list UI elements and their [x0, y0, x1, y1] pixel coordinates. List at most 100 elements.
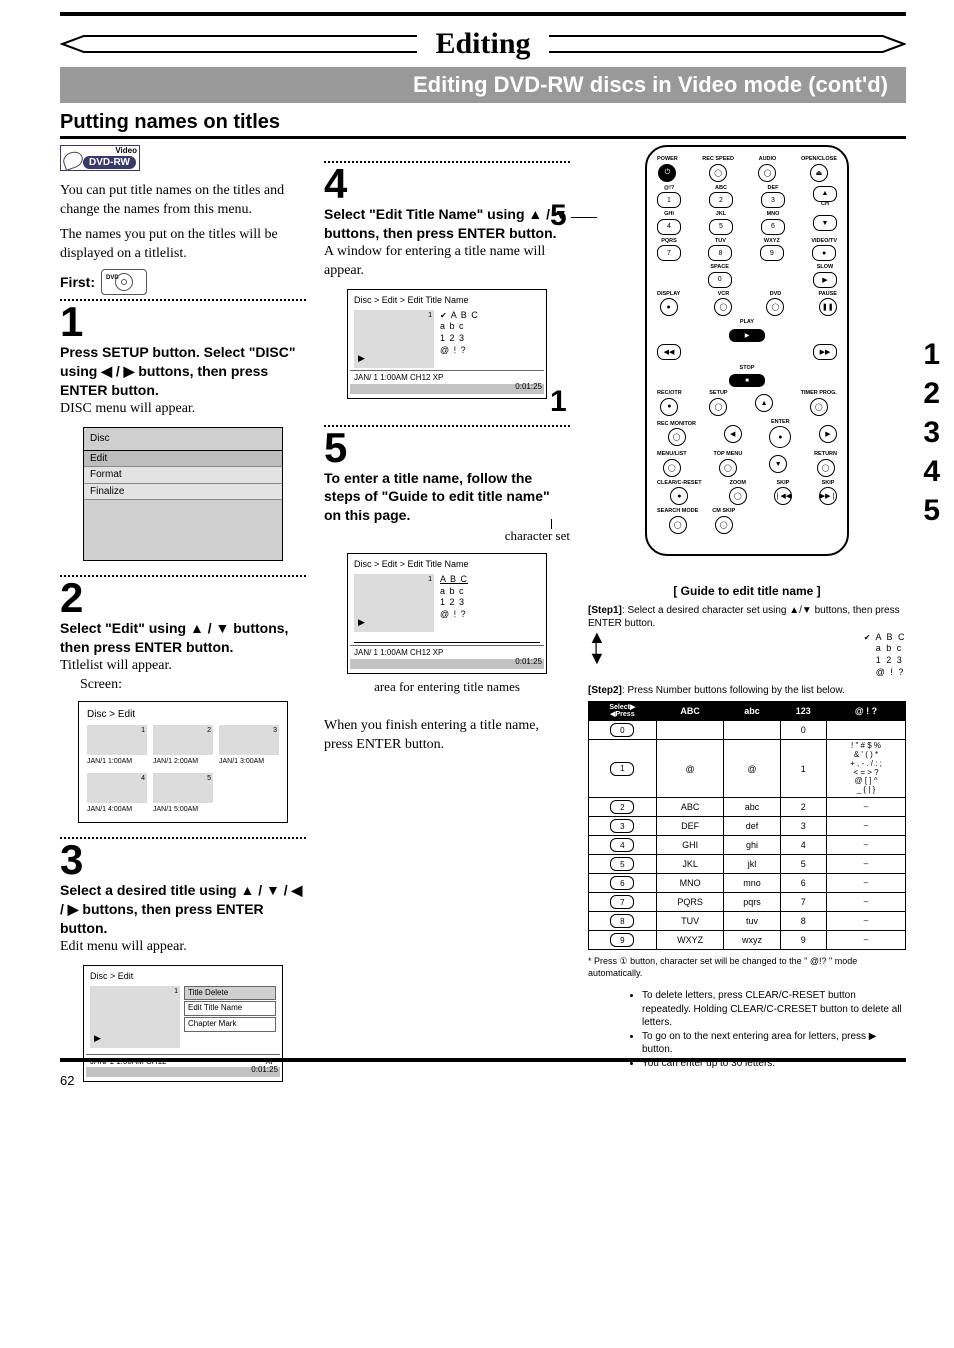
- updown-icon: ▲│▼: [588, 632, 606, 664]
- guide-s2-text: : Press Number buttons following by the …: [622, 685, 845, 696]
- table-row: 3DEFdef3–: [589, 817, 906, 836]
- etn-foot: JAN/ 1 1:00AM CH12 XP: [354, 373, 443, 384]
- column-3: 5 1 POWER⏻REC SPEED◯AUDIO◯OPEN/CLOSE⏏@!?…: [588, 145, 906, 1082]
- charset-row: ✔ A B C: [440, 310, 540, 322]
- guide-s1-label: [Step1]: [588, 605, 622, 616]
- remote-key: RETURN◯: [814, 452, 837, 477]
- table-row: 2ABCabc2–: [589, 798, 906, 817]
- step-2-number: 2: [60, 577, 306, 619]
- edit-time: 0:01:25: [251, 1065, 278, 1076]
- etn-foot-2: JAN/ 1 1:00AM CH12 XP: [354, 648, 443, 659]
- step-1-body: DISC menu will appear.: [60, 400, 306, 419]
- remote-key: TIMER PROG.◯: [801, 391, 837, 416]
- edit-thumb-n: 1: [172, 986, 180, 997]
- table-row: 5JKLjkl5–: [589, 855, 906, 874]
- top-divider: [60, 12, 906, 16]
- column-2: 4 Select "Edit Title Name" using ▲ / ▼ b…: [324, 145, 570, 1082]
- table-row: 9WXYZwxyz9–: [589, 931, 906, 950]
- section-heading: Putting names on titles: [60, 111, 906, 139]
- side-marker: 2: [923, 374, 940, 413]
- edit-menu-option: Edit Title Name: [184, 1001, 276, 1016]
- step-2-head: Select "Edit" using ▲ / ▼ buttons, then …: [60, 619, 306, 657]
- remote-key: REC SPEED◯: [702, 157, 734, 182]
- remote-key: JKL5: [709, 212, 733, 235]
- guide-step2: [Step2]: Press Number buttons following …: [588, 684, 906, 697]
- remote-key: ▼: [813, 215, 837, 231]
- remote-key: ▼: [769, 455, 787, 473]
- remote-key: POWER⏻: [657, 157, 678, 182]
- remote-key: VCR◯: [714, 292, 732, 317]
- charset-label: character set: [505, 528, 570, 543]
- ff-button: ▶▶: [813, 344, 837, 360]
- remote-key: SLOW▶: [813, 265, 837, 288]
- guide-s2-label: [Step2]: [588, 685, 622, 696]
- table-row: 00: [589, 721, 906, 740]
- disc-menu-item: Edit: [84, 451, 282, 468]
- remote-key: WXYZ9: [760, 239, 784, 262]
- remote-key: OPEN/CLOSE⏏: [801, 157, 837, 182]
- badge-label: DVD-RW: [83, 156, 136, 170]
- disc-menu-item: Format: [84, 467, 282, 484]
- etn-title: Disc > Edit > Edit Title Name: [348, 290, 546, 310]
- remote-key: MNO6: [761, 212, 785, 235]
- remote-key: @!?1: [657, 186, 681, 209]
- guide-charset-row: 1 2 3: [864, 655, 906, 667]
- titlelist-cell: 2JAN/1 2:00AM: [153, 725, 213, 766]
- charset-list: ✔ A B Ca b c1 2 3@ ! ?: [440, 310, 540, 368]
- screen-label: Screen:: [80, 676, 306, 695]
- etn-title-2: Disc > Edit > Edit Title Name: [348, 554, 546, 574]
- edit-menu-option: Chapter Mark: [184, 1017, 276, 1032]
- charset-row: @ ! ?: [440, 345, 540, 357]
- note-item: To go on to the next entering area for l…: [642, 1030, 906, 1057]
- side-marker: 3: [923, 413, 940, 452]
- guide-charset-row: a b c: [864, 643, 906, 655]
- remote-key: DEF3: [761, 186, 785, 209]
- step-3-body: Edit menu will appear.: [60, 938, 306, 957]
- step-5-head: To enter a title name, follow the steps …: [324, 469, 570, 526]
- left-pointer: [60, 32, 417, 56]
- step-4-body: A window for entering a title name will …: [324, 243, 570, 281]
- rew-button: ◀◀: [657, 344, 681, 360]
- etn-thumb-n: 1: [426, 310, 434, 321]
- remote-key: SETUP◯: [709, 391, 727, 416]
- col-123: 123: [780, 702, 826, 721]
- remote-key: PAUSE❚❚: [818, 292, 837, 317]
- charset-row: a b c: [440, 321, 540, 333]
- note-item: To delete letters, press CLEAR/C-RESET b…: [642, 989, 906, 1030]
- table-corner: Select▶◀Press: [589, 702, 657, 721]
- remote-key: SKIP❘◀◀: [774, 481, 792, 506]
- charset-annotation: character set: [324, 527, 570, 545]
- disc-menu-title: Disc: [84, 428, 282, 451]
- guide-charset-row: ✔ A B C: [864, 632, 906, 644]
- etn-time: 0:01:25: [515, 382, 542, 393]
- etn-thumb: 1▶: [354, 310, 434, 368]
- dvd-disc-icon: DVD: [101, 269, 147, 295]
- titlelist-cell: 3JAN/1 3:00AM: [219, 725, 279, 766]
- col-sym: @ ! ?: [827, 702, 906, 721]
- remote-key: SKIP▶▶❘: [819, 481, 837, 506]
- title-row: Editing: [60, 27, 906, 61]
- etn-time-2: 0:01:25: [515, 657, 542, 668]
- charset-row: a b c: [440, 586, 540, 598]
- area-annotation: area for entering title names: [324, 678, 570, 696]
- table-row: 1@@1! " # $ %& ' ( ) *+ , - . / : ;< = >…: [589, 740, 906, 798]
- step-5-tail: When you finish entering a title name, p…: [324, 717, 570, 755]
- intro-1: You can put title names on the titles an…: [60, 182, 306, 220]
- dvd-rw-badge: Video DVD-RW: [60, 145, 140, 171]
- etn-osd-2: Disc > Edit > Edit Title Name 1▶ A B Ca …: [347, 553, 547, 674]
- remote-key: SPACE0: [708, 265, 732, 288]
- edit-menu-option: Title Delete: [184, 986, 276, 1001]
- remote-key: AUDIO◯: [758, 157, 776, 182]
- table-row: 4GHIghi4–: [589, 836, 906, 855]
- page-title: Editing: [425, 27, 540, 61]
- table-row: 7PQRSpqrs7–: [589, 893, 906, 912]
- entry-area-underline: [354, 632, 540, 643]
- guide-step1: [Step1]: Select a desired character set …: [588, 604, 906, 630]
- table-row: 6MNOmno6–: [589, 874, 906, 893]
- bottom-divider: [60, 1058, 906, 1062]
- side-marker: 4: [923, 452, 940, 491]
- table-row: 8TUVtuv8–: [589, 912, 906, 931]
- first-row: First: DVD: [60, 269, 306, 295]
- section-bar: Editing DVD-RW discs in Video mode (cont…: [60, 67, 906, 103]
- remote-key: MENU/LIST◯: [657, 452, 687, 477]
